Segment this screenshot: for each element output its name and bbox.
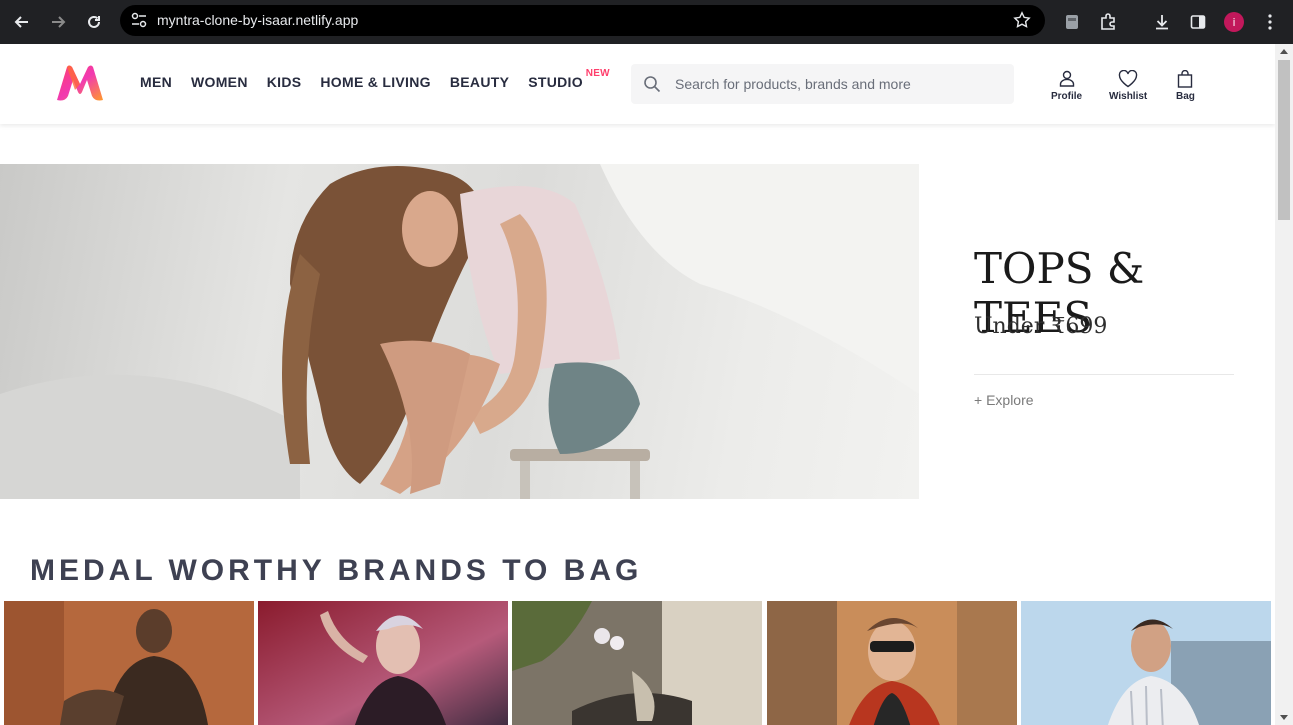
reload-icon[interactable] — [80, 8, 108, 36]
heart-icon — [1118, 70, 1138, 88]
extension-icon[interactable] — [1058, 8, 1086, 36]
page-viewport: MEN WOMEN KIDS HOME & LIVING BEAUTY STUD… — [0, 44, 1275, 725]
new-badge: NEW — [585, 68, 610, 79]
profile-label: Profile — [1051, 91, 1083, 102]
bag-label: Bag — [1176, 91, 1195, 102]
wishlist-label: Wishlist — [1109, 91, 1148, 102]
side-panel-icon[interactable] — [1184, 8, 1212, 36]
brand-card[interactable] — [4, 601, 254, 725]
profile-initial: i — [1224, 12, 1244, 32]
page-scrollbar[interactable] — [1275, 44, 1293, 725]
nav-men[interactable]: MEN — [140, 74, 172, 90]
search-box — [631, 64, 1014, 104]
section-title: MEDAL WORTHY BRANDS TO BAG — [30, 554, 643, 587]
brand-card[interactable] — [512, 601, 762, 725]
profile-button[interactable]: Profile — [1051, 70, 1082, 102]
scrollbar-thumb[interactable] — [1278, 60, 1290, 220]
bag-button[interactable]: Bag — [1176, 70, 1195, 102]
profile-icon — [1059, 70, 1074, 87]
site-settings-icon[interactable] — [130, 12, 148, 33]
browser-toolbar: myntra-clone-by-isaar.netlify.app i — [0, 0, 1293, 44]
forward-icon[interactable] — [44, 8, 72, 36]
nav-studio[interactable]: STUDIO NEW — [528, 68, 609, 90]
download-icon[interactable] — [1148, 8, 1176, 36]
bag-icon — [1178, 70, 1193, 88]
search-icon[interactable] — [643, 75, 661, 98]
menu-kebab-icon[interactable] — [1256, 8, 1284, 36]
address-bar[interactable]: myntra-clone-by-isaar.netlify.app — [120, 5, 1045, 36]
back-icon[interactable] — [8, 8, 36, 36]
profile-avatar[interactable]: i — [1220, 8, 1248, 36]
nav-women[interactable]: WOMEN — [191, 74, 248, 90]
brand-card[interactable] — [1021, 601, 1271, 725]
nav-beauty[interactable]: BEAUTY — [450, 74, 509, 90]
explore-link[interactable]: + Explore — [974, 392, 1034, 408]
hero-banner-image[interactable] — [0, 164, 919, 499]
main-nav: MEN WOMEN KIDS HOME & LIVING BEAUTY STUD… — [140, 68, 610, 90]
scroll-down-icon[interactable] — [1280, 715, 1288, 720]
nav-kids[interactable]: KIDS — [267, 74, 302, 90]
brand-card[interactable] — [258, 601, 508, 725]
nav-home-living[interactable]: HOME & LIVING — [320, 74, 430, 90]
site-header: MEN WOMEN KIDS HOME & LIVING BEAUTY STUD… — [0, 44, 1275, 124]
scroll-up-icon[interactable] — [1280, 49, 1288, 54]
search-input[interactable] — [675, 64, 1005, 104]
nav-studio-label: STUDIO — [528, 74, 583, 90]
extensions-puzzle-icon[interactable] — [1094, 8, 1122, 36]
wishlist-button[interactable]: Wishlist — [1109, 70, 1147, 102]
myntra-logo[interactable] — [55, 64, 105, 102]
brand-card[interactable] — [767, 601, 1017, 725]
bookmark-star-icon[interactable] — [1013, 11, 1031, 34]
hero-subtitle: Under ₹699 — [974, 314, 1108, 339]
hero-divider — [974, 374, 1234, 375]
url-text[interactable]: myntra-clone-by-isaar.netlify.app — [157, 12, 358, 28]
